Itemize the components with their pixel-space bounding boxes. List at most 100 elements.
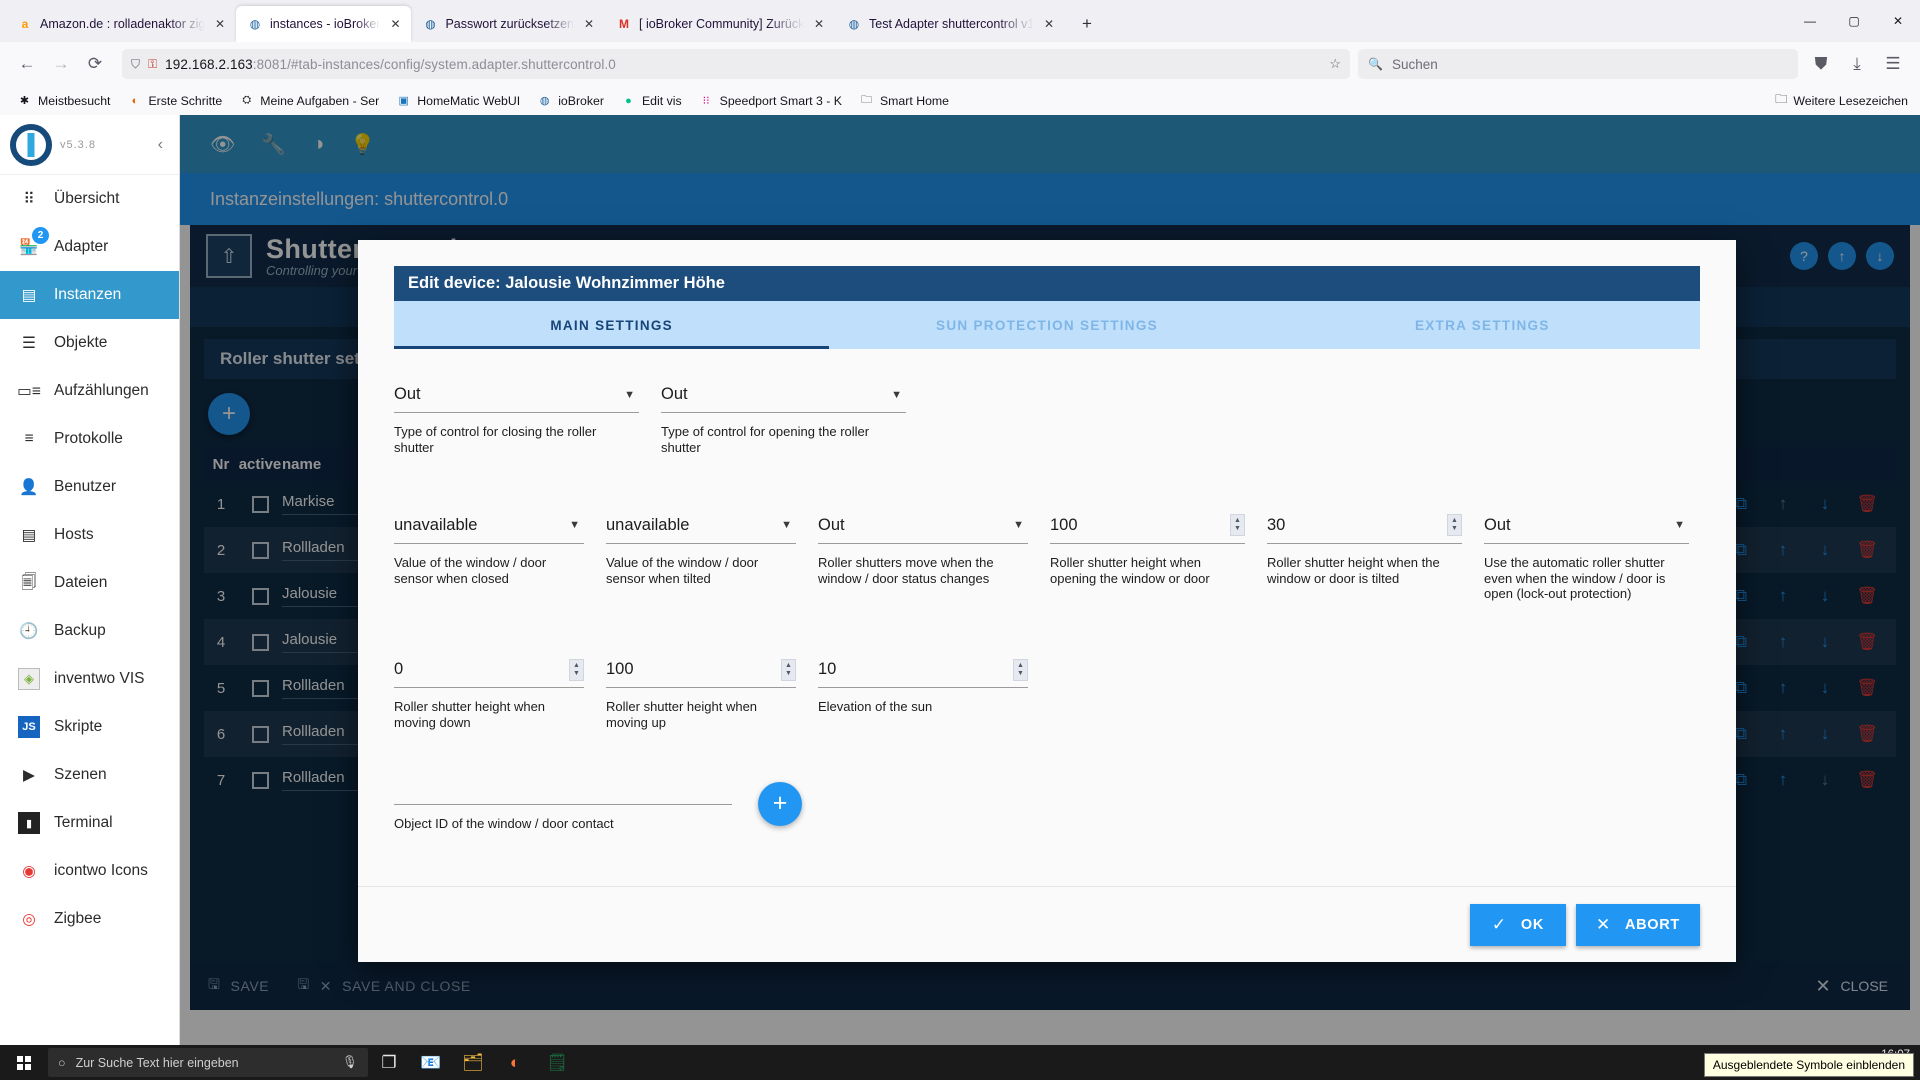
- number-stepper[interactable]: ▲ ▼: [569, 658, 584, 681]
- browser-tab[interactable]: ◍ Passwort zurücksetzen ✕: [411, 6, 605, 42]
- minimize-button[interactable]: —: [1788, 5, 1832, 37]
- sidebar-item-dateien[interactable]: 🗐 Dateien: [0, 559, 179, 607]
- sidebar-item-objekte[interactable]: ☰ Objekte: [0, 319, 179, 367]
- bookmark-item[interactable]: 🗀 Smart Home: [852, 90, 956, 111]
- folder-icon: 🗀: [860, 94, 872, 106]
- sidebar-item-zigbee[interactable]: ◎ Zigbee: [0, 895, 179, 943]
- field-close-control[interactable]: Out ▼ Type of control for closing the rol…: [394, 377, 639, 456]
- number-stepper[interactable]: ▲ ▼: [781, 658, 796, 681]
- field-object-id[interactable]: Object ID of the window / door contact: [394, 775, 732, 832]
- download-icon[interactable]: ⤓: [1840, 47, 1874, 81]
- bookmark-item[interactable]: ⁝⁝ Speedport Smart 3 - K: [692, 90, 849, 111]
- menu-icon[interactable]: ☰: [1876, 47, 1910, 81]
- sidebar-item-icontwo-icons[interactable]: ◉ icontwo Icons: [0, 847, 179, 895]
- telekom-icon: ⁝⁝: [702, 95, 710, 107]
- chevron-left-icon[interactable]: ‹: [158, 136, 169, 154]
- taskbar-search[interactable]: ○ Zur Suche Text hier eingeben 🎙: [48, 1048, 368, 1077]
- field-value: unavailable: [394, 515, 478, 534]
- sidebar-item-terminal[interactable]: ▮ Terminal: [0, 799, 179, 847]
- close-icon[interactable]: ✕: [387, 17, 403, 31]
- field-height-moving-down[interactable]: 0 ▲ ▼ Roller shutter height when moving do…: [394, 652, 584, 731]
- field-lockout-protection[interactable]: Out ▼ Use the automatic roller shutter ev…: [1484, 508, 1689, 603]
- browser-tab-active[interactable]: ◍ instances - ioBroker ✕: [236, 6, 412, 42]
- tab-main-settings[interactable]: MAIN SETTINGS: [394, 301, 830, 349]
- field-height-tilted[interactable]: 30 ▲ ▼ Roller shutter height when the wind…: [1267, 508, 1462, 603]
- back-icon[interactable]: ←: [10, 47, 44, 81]
- sidebar-item-instanzen[interactable]: ▤ Instanzen: [0, 271, 179, 319]
- pocket-icon[interactable]: ⛊: [1804, 47, 1838, 81]
- bookmark-item[interactable]: ● Edit vis: [614, 90, 689, 111]
- close-icon[interactable]: ✕: [1041, 17, 1057, 31]
- sidebar-item-szenen[interactable]: ▶ Szenen: [0, 751, 179, 799]
- sidebar-item-label: Terminal: [54, 814, 113, 831]
- field-open-control[interactable]: Out ▼ Type of control for opening the rol…: [661, 377, 906, 456]
- microphone-icon[interactable]: 🎙: [342, 1055, 358, 1070]
- search-bar[interactable]: 🔍 Suchen: [1358, 49, 1798, 79]
- close-icon[interactable]: ✕: [581, 17, 597, 31]
- tab-sun-protection-settings[interactable]: SUN PROTECTION SETTINGS: [829, 301, 1264, 349]
- browser-tab[interactable]: M [ ioBroker Community] Zurücks ✕: [605, 6, 835, 42]
- bookmark-star-icon[interactable]: ☆: [1329, 56, 1341, 72]
- sidebar-item-skripte[interactable]: JS Skripte: [0, 703, 179, 751]
- reload-icon[interactable]: ⟳: [78, 47, 112, 81]
- field-value: 100: [1050, 515, 1078, 534]
- chevron-down-icon[interactable]: ▼: [569, 519, 584, 531]
- sidebar-item-inventwo-vis[interactable]: ◈ inventwo VIS: [0, 655, 179, 703]
- bookmark-item[interactable]: ✱ Meistbesucht: [10, 90, 117, 111]
- tab-extra-settings[interactable]: EXTRA SETTINGS: [1265, 301, 1700, 349]
- chevron-down-icon[interactable]: ▼: [781, 519, 796, 531]
- sidebar-item-hosts[interactable]: ▤ Hosts: [0, 511, 179, 559]
- field-height-moving-up[interactable]: 100 ▲ ▼ Roller shutter height when moving …: [606, 652, 796, 731]
- bookmark-item[interactable]: ▣ HomeMatic WebUI: [389, 90, 527, 111]
- lock-broken-icon[interactable]: ⚿: [148, 57, 157, 72]
- chevron-down-icon[interactable]: ▼: [1674, 519, 1689, 531]
- amazon-icon: a: [21, 17, 29, 31]
- outlook-icon[interactable]: 📧: [410, 1045, 452, 1080]
- chevron-down-icon[interactable]: ▼: [624, 389, 639, 401]
- explorer-icon[interactable]: 🗂: [452, 1045, 494, 1080]
- object-id-input[interactable]: [394, 775, 732, 806]
- chevron-down-icon[interactable]: ▼: [891, 389, 906, 401]
- ok-button[interactable]: ✓ OK: [1469, 903, 1566, 946]
- field-sensor-closed[interactable]: unavailable ▼ Value of the window / door …: [394, 508, 584, 603]
- navbar-right-icons: ⛊ ⤓ ☰: [1804, 47, 1910, 81]
- field-move-on-status-change[interactable]: Out ▼ Roller shutters move when the windo…: [818, 508, 1028, 603]
- chevron-down-icon[interactable]: ▼: [1013, 519, 1028, 531]
- excel-icon[interactable]: 🗒: [536, 1045, 578, 1080]
- sidebar-item-backup[interactable]: 🕘 Backup: [0, 607, 179, 655]
- bookmark-item[interactable]: ⛭ Meine Aufgaben - Ser: [232, 90, 386, 111]
- sidebar-item-uebersicht[interactable]: ⠿ Übersicht: [0, 175, 179, 223]
- browser-tab[interactable]: a Amazon.de : rolladenaktor zigbe ✕: [6, 6, 236, 42]
- field-sun-elevation[interactable]: 10 ▲ ▼ Elevation of the sun: [818, 652, 1028, 731]
- sidebar-item-adapter[interactable]: 🏪 2 Adapter: [0, 223, 179, 271]
- forward-icon[interactable]: →: [44, 47, 78, 81]
- sidebar-item-aufzaehlungen[interactable]: ▭≡ Aufzählungen: [0, 367, 179, 415]
- new-tab-button[interactable]: +: [1071, 8, 1103, 40]
- dialog-title: Edit device: Jalousie Wohnzimmer Höhe: [394, 266, 1700, 301]
- browser-tab-title: Test Adapter shuttercontrol v1.4: [869, 17, 1034, 31]
- number-stepper[interactable]: ▲ ▼: [1230, 514, 1245, 537]
- bookmark-item[interactable]: ◐ Erste Schritte: [120, 90, 229, 111]
- sidebar-item-benutzer[interactable]: 👤 Benutzer: [0, 463, 179, 511]
- sidebar-item-protokolle[interactable]: ≡ Protokolle: [0, 415, 179, 463]
- window-close-button[interactable]: ✕: [1876, 5, 1920, 37]
- firefox-icon[interactable]: ◐: [494, 1045, 536, 1080]
- number-stepper[interactable]: ▲ ▼: [1447, 514, 1462, 537]
- sidebar-item-label: icontwo Icons: [54, 862, 148, 879]
- browser-tab[interactable]: ◍ Test Adapter shuttercontrol v1.4 ✕: [835, 6, 1065, 42]
- sidebar-item-label: Übersicht: [54, 190, 120, 207]
- close-icon[interactable]: ✕: [811, 17, 827, 31]
- task-view-icon[interactable]: ❐: [368, 1045, 410, 1080]
- bookmark-item[interactable]: ◍ ioBroker: [530, 90, 611, 111]
- more-bookmarks[interactable]: 🗀 Weitere Lesezeichen: [1775, 90, 1908, 111]
- field-sensor-tilted[interactable]: unavailable ▼ Value of the window / door …: [606, 508, 796, 603]
- windows-icon[interactable]: [0, 1045, 48, 1080]
- add-object-button[interactable]: +: [758, 781, 802, 826]
- maximize-button[interactable]: ▢: [1832, 5, 1876, 37]
- shield-icon[interactable]: ⛉: [131, 57, 140, 72]
- address-bar[interactable]: ⛉ ⚿ 192.168.2.163:8081/#tab-instances/co…: [122, 49, 1350, 79]
- close-icon[interactable]: ✕: [212, 17, 228, 31]
- number-stepper[interactable]: ▲ ▼: [1013, 658, 1028, 681]
- abort-button[interactable]: ✕ ABORT: [1575, 903, 1700, 946]
- field-height-opening[interactable]: 100 ▲ ▼ Roller shutter height when opening…: [1050, 508, 1245, 603]
